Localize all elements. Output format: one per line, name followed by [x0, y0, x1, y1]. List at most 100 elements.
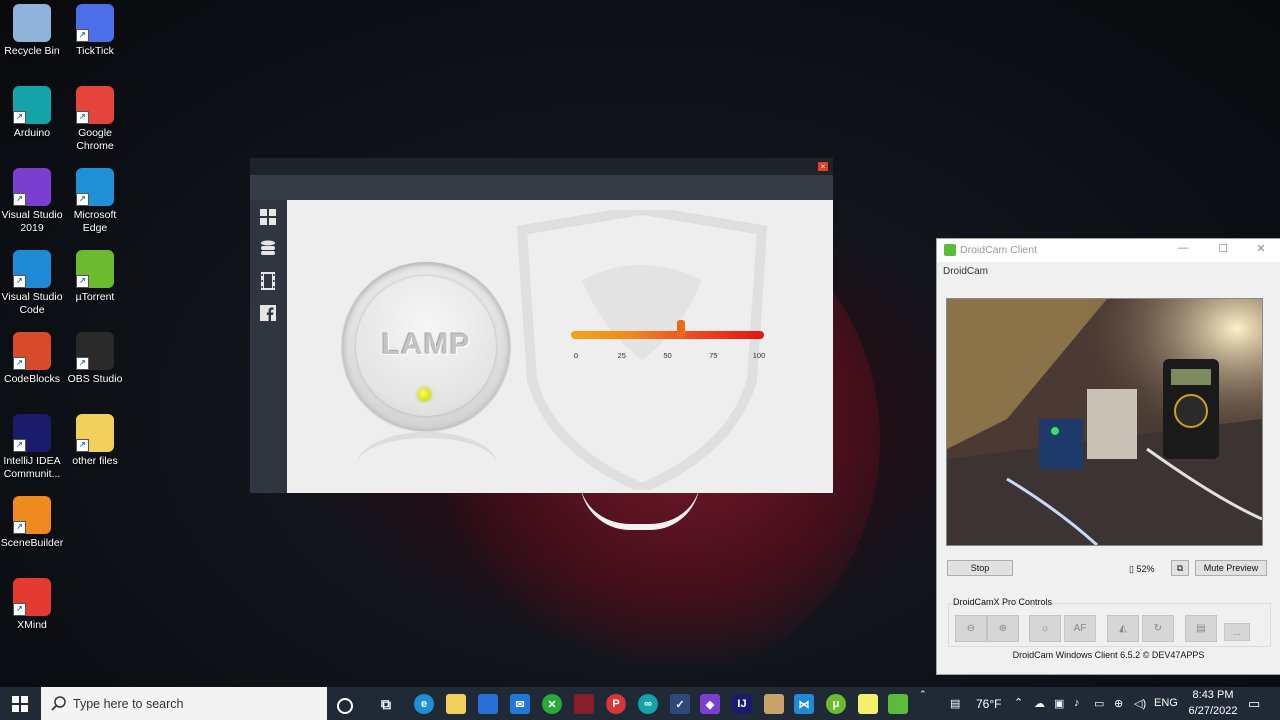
visual-studio-taskbar-icon[interactable]: ◆	[700, 694, 720, 714]
facebook-icon[interactable]	[259, 304, 277, 322]
droidcam-menu[interactable]: DroidCam	[943, 266, 988, 277]
intellij-taskbar-icon[interactable]: IJ	[732, 694, 752, 714]
desktop-icon[interactable]: ↗ OBS Studio	[63, 332, 127, 386]
desktop-icon-label: Arduino	[13, 127, 51, 139]
droidcam-window: DroidCam Client — ☐ ✕ DroidCam Stop ▯ 52…	[936, 238, 1280, 675]
droidcam-taskbar-icon[interactable]	[888, 694, 908, 714]
tools-app-icon[interactable]	[764, 694, 784, 714]
chevron-up-icon[interactable]: ⌃	[919, 689, 927, 700]
close-icon[interactable]: ✕	[1251, 242, 1271, 258]
desktop-icon-label: TickTick	[76, 45, 114, 57]
rotate-icon[interactable]: ↻	[1142, 615, 1174, 642]
file-explorer-icon[interactable]	[446, 694, 466, 714]
arduino-taskbar-icon[interactable]: ∞	[638, 694, 658, 714]
desktop-icon[interactable]: ↗ other files	[63, 414, 127, 468]
lamp-button[interactable]: LAMP	[342, 262, 510, 430]
taskbar-search[interactable]: Type here to search	[41, 687, 327, 720]
microphone-icon[interactable]: ♪	[1074, 697, 1080, 709]
desktop-icon[interactable]: ↗ IntelliJ IDEA Communit...	[0, 414, 64, 481]
zoom-out-icon[interactable]: ⊖	[955, 615, 987, 642]
utorrent-taskbar-icon[interactable]: μ	[826, 694, 846, 714]
media-app-icon[interactable]	[574, 694, 594, 714]
autofocus-button[interactable]: AF	[1064, 615, 1096, 642]
slider-tick-label: 75	[709, 351, 718, 360]
weather-temp[interactable]: 76°F	[976, 697, 1001, 711]
camera-tray-icon[interactable]: ▣	[1054, 697, 1064, 710]
taskbar: Type here to search ⧉ e ✉ ✕ P ∞ ✓ ◆ IJ ⋈…	[0, 687, 1280, 720]
desktop-icon[interactable]: ↗ CodeBlocks	[0, 332, 64, 386]
brightness-slider[interactable]	[571, 331, 764, 339]
desktop-icon[interactable]: ↗ Visual Studio Code	[0, 250, 64, 317]
store-icon[interactable]	[478, 694, 498, 714]
language-indicator[interactable]: ENG	[1154, 697, 1178, 709]
desktop-icon[interactable]: ↗ Arduino	[0, 86, 64, 140]
shortcut-arrow-icon: ↗	[13, 439, 26, 452]
msi-shield-watermark	[516, 210, 768, 490]
camera-preview	[946, 298, 1263, 546]
clock-date[interactable]: 6/27/2022	[1182, 705, 1244, 717]
save-photo-icon[interactable]: ▤	[1185, 615, 1217, 642]
brightness-icon[interactable]: ☼	[1029, 615, 1061, 642]
slider-tick-label: 0	[573, 351, 579, 360]
film-icon[interactable]	[259, 272, 277, 290]
dashboard-icon[interactable]	[259, 208, 277, 226]
mail-icon[interactable]: ✉	[510, 694, 530, 714]
vscode-taskbar-icon[interactable]: ⋈	[794, 694, 814, 714]
brightness-slider-thumb[interactable]	[677, 320, 685, 338]
xmind-icon: ↗	[13, 578, 51, 616]
p-app-icon[interactable]: P	[606, 694, 626, 714]
desktop-icon-label: XMind	[17, 619, 47, 631]
mute-preview-button[interactable]: Mute Preview	[1195, 560, 1267, 576]
globe-icon[interactable]: ⊕	[1114, 697, 1123, 710]
mirror-icon[interactable]: ◭	[1107, 615, 1139, 642]
camera-preview-image	[947, 299, 1262, 545]
shortcut-arrow-icon: ↗	[76, 439, 89, 452]
database-icon[interactable]	[259, 240, 277, 258]
slider-tick-label: 50	[663, 351, 672, 360]
desktop-icon-label: CodeBlocks	[3, 373, 61, 385]
vscode-icon: ↗	[13, 250, 51, 288]
fullscreen-icon[interactable]: ⧉	[1171, 560, 1189, 576]
volume-icon[interactable]: ◁)	[1134, 697, 1146, 710]
desktop-icon[interactable]: ↗ XMind	[0, 578, 64, 632]
network-cloud-icon[interactable]: ☁	[1034, 697, 1045, 710]
droidcam-title: DroidCam Client	[960, 244, 1038, 256]
notification-icon[interactable]: ▭	[1248, 696, 1260, 712]
shortcut-arrow-icon: ↗	[13, 275, 26, 288]
desktop-icon[interactable]: ↗ SceneBuilder	[0, 496, 64, 550]
zoom-in-icon[interactable]: ⊕	[987, 615, 1019, 642]
pro-controls-label: DroidCamX Pro Controls	[953, 597, 1053, 607]
edge-taskbar-icon[interactable]: e	[414, 694, 434, 714]
minimize-icon[interactable]: —	[1173, 242, 1193, 258]
more-button[interactable]: ...	[1224, 623, 1250, 641]
cortana-icon[interactable]	[337, 698, 353, 714]
tray-chevron-icon[interactable]: ⌃	[1014, 696, 1023, 709]
droidcam-titlebar[interactable]: DroidCam Client — ☐ ✕	[937, 239, 1280, 262]
weather-icon[interactable]: ▤	[950, 697, 960, 710]
lamp-app-taskbar-icon[interactable]	[858, 694, 878, 714]
chrome-icon: ↗	[76, 86, 114, 124]
sdk-app-icon[interactable]: ✓	[670, 694, 690, 714]
xbox-icon[interactable]: ✕	[542, 694, 562, 714]
desktop-icon[interactable]: Recycle Bin	[0, 4, 64, 58]
desktop-icon[interactable]: ↗ µTorrent	[63, 250, 127, 304]
clock-time[interactable]: 8:43 PM	[1188, 689, 1238, 701]
desktop-icon-label: SceneBuilder	[0, 537, 64, 549]
folder-icon: ↗	[76, 414, 114, 452]
desktop-icon[interactable]: ↗ Microsoft Edge	[63, 168, 127, 235]
desktop-icon[interactable]: ↗ Visual Studio 2019	[0, 168, 64, 235]
desktop-icon[interactable]: ↗ TickTick	[63, 4, 127, 58]
desktop-icon-label: Visual Studio Code	[1, 291, 63, 316]
app-header-band	[250, 175, 833, 200]
battery-tray-icon[interactable]: ▭	[1094, 697, 1104, 710]
desktop-icon-label: Microsoft Edge	[73, 209, 117, 234]
stop-button[interactable]: Stop	[947, 560, 1013, 576]
task-view-icon[interactable]: ⧉	[376, 694, 396, 714]
start-button[interactable]	[0, 687, 40, 720]
slider-tick-label: 100	[752, 351, 766, 360]
maximize-icon[interactable]: ☐	[1213, 242, 1233, 258]
desktop-icon-label: OBS Studio	[67, 373, 123, 385]
app-titlebar[interactable]: ×	[250, 158, 833, 175]
close-icon[interactable]: ×	[818, 162, 828, 171]
desktop-icon[interactable]: ↗ Google Chrome	[63, 86, 127, 153]
